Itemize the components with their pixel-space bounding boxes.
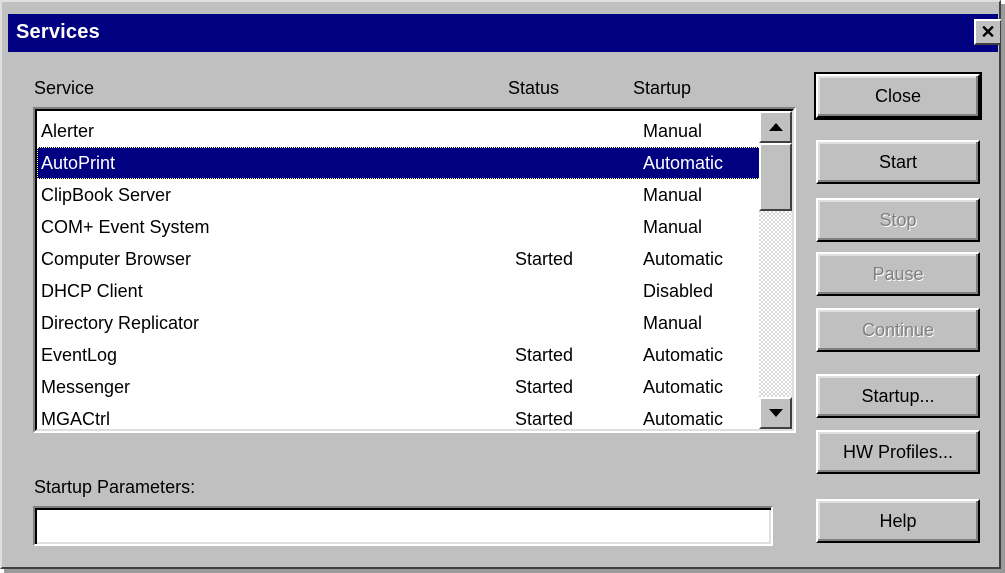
list-item[interactable]: EventLog Started Automatic <box>37 339 761 371</box>
scroll-down-button[interactable] <box>759 397 792 429</box>
pause-button[interactable]: Pause <box>816 252 980 296</box>
vertical-scrollbar[interactable] <box>759 111 792 429</box>
list-item[interactable]: DHCP Client Disabled <box>37 275 761 307</box>
arrow-down-icon <box>769 409 783 417</box>
scroll-thumb[interactable] <box>759 143 792 211</box>
window-title: Services <box>16 21 100 43</box>
service-startup: Automatic <box>643 153 724 173</box>
service-status: Started <box>515 249 574 269</box>
service-name: AutoPrint <box>41 153 116 173</box>
service-status: Started <box>515 377 574 397</box>
service-startup: Manual <box>643 185 703 205</box>
service-startup: Automatic <box>643 377 724 397</box>
list-item[interactable]: Alerter Manual <box>37 115 761 147</box>
column-header-startup: Startup <box>633 78 692 98</box>
column-header-status: Status <box>508 78 560 98</box>
service-status: Started <box>515 409 574 429</box>
window-shadow-bottom <box>4 569 1005 573</box>
services-list-frame: Alerter Manual AutoPrint Automatic ClipBook … <box>35 109 794 431</box>
arrow-up-icon <box>769 123 783 131</box>
help-button[interactable]: Help <box>816 499 980 543</box>
services-rows: Alerter Manual AutoPrint Automatic ClipBook … <box>37 115 761 435</box>
scroll-up-button[interactable] <box>759 111 792 143</box>
window-shadow-right <box>1001 4 1005 573</box>
service-name: COM+ Event System <box>41 217 210 237</box>
continue-button[interactable]: Continue <box>816 308 980 352</box>
service-name: EventLog <box>41 345 118 365</box>
close-icon[interactable]: ✕ <box>974 19 1002 45</box>
startup-button[interactable]: Startup... <box>816 374 980 418</box>
service-name: ClipBook Server <box>41 185 172 205</box>
list-item[interactable]: MGACtrl Started Automatic <box>37 403 761 435</box>
service-name: Directory Replicator <box>41 313 200 333</box>
hw-profiles-button[interactable]: HW Profiles... <box>816 430 980 474</box>
startup-parameters-label: Startup Parameters: <box>34 477 196 497</box>
services-dialog: Services ✕ Service Status Startup Alerte… <box>0 0 1002 569</box>
list-item[interactable]: Directory Replicator Manual <box>37 307 761 339</box>
list-item[interactable]: AutoPrint Automatic <box>37 147 761 179</box>
service-name: MGACtrl <box>41 409 110 429</box>
service-status: Started <box>515 345 574 365</box>
service-startup: Manual <box>643 313 703 333</box>
column-header-service: Service <box>34 78 95 98</box>
service-startup: Manual <box>643 217 703 237</box>
service-startup: Manual <box>643 121 703 141</box>
list-item[interactable]: ClipBook Server Manual <box>37 179 761 211</box>
list-item[interactable]: COM+ Event System Manual <box>37 211 761 243</box>
service-name: Computer Browser <box>41 249 192 269</box>
start-button[interactable]: Start <box>816 140 980 184</box>
stop-button[interactable]: Stop <box>816 198 980 242</box>
title-bar[interactable]: Services ✕ <box>8 14 1002 52</box>
service-name: Messenger <box>41 377 131 397</box>
service-name: Alerter <box>41 121 95 141</box>
services-list[interactable]: Alerter Manual AutoPrint Automatic ClipBook … <box>33 107 796 433</box>
list-item[interactable]: Computer Browser Started Automatic <box>37 243 761 275</box>
close-button[interactable]: Close <box>814 72 982 120</box>
list-item[interactable]: Messenger Started Automatic <box>37 371 761 403</box>
startup-parameters-input[interactable] <box>33 506 773 546</box>
service-startup: Automatic <box>643 409 724 429</box>
service-name: DHCP Client <box>41 281 143 301</box>
service-startup: Automatic <box>643 345 724 365</box>
service-startup: Automatic <box>643 249 724 269</box>
service-startup: Disabled <box>643 281 714 301</box>
